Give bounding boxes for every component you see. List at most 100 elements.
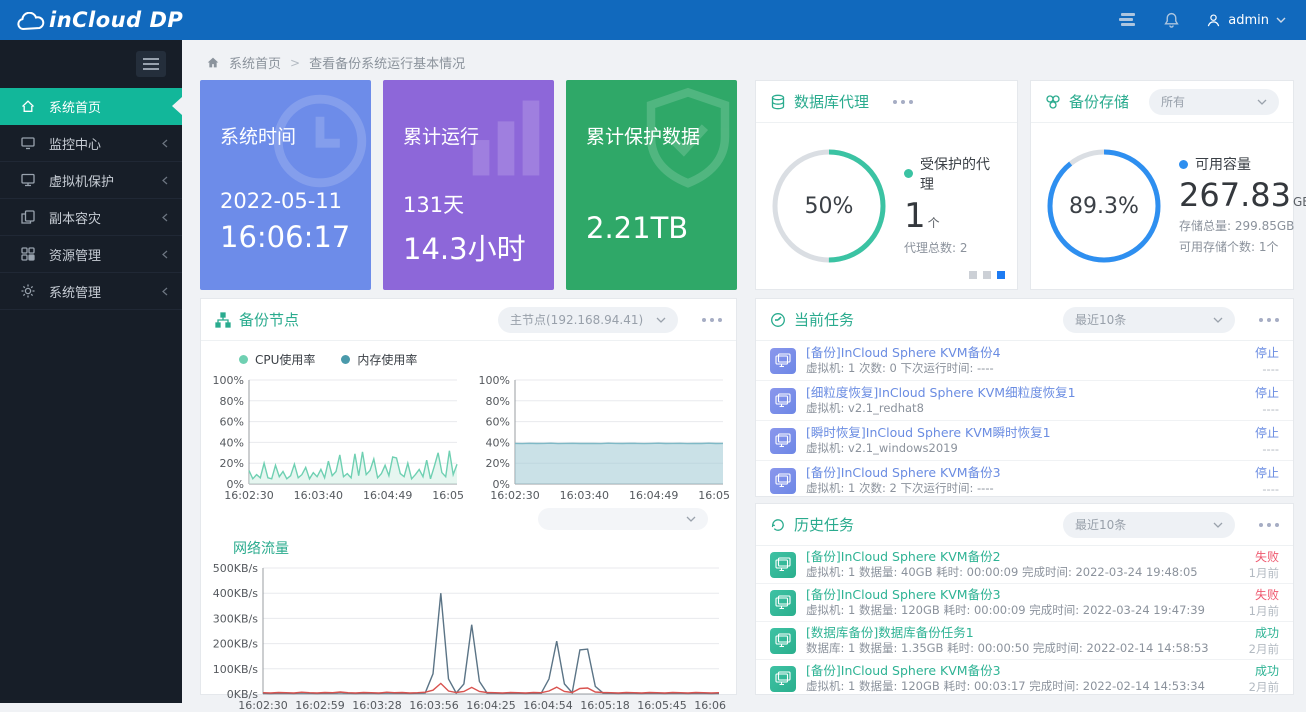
database-icon: [770, 94, 786, 110]
storage-filter-select[interactable]: 所有: [1149, 89, 1279, 115]
panel-history-tasks: 历史任务 最近10条 [备份]InCloud Sphere KVM备份2 虚拟机…: [755, 503, 1294, 695]
chevron-down-icon: [1257, 99, 1267, 105]
unit-label: 个: [928, 216, 940, 230]
card-protected-data: 累计保护数据 2.21TB: [566, 80, 737, 290]
logo-text: inCloud DP: [49, 8, 183, 32]
agent-total: 代理总数: 2: [904, 238, 1003, 259]
unit-label: GB: [1293, 195, 1306, 209]
bell-icon[interactable]: [1163, 11, 1180, 29]
sidebar-item-monitor-center[interactable]: 监控中心: [0, 125, 182, 162]
usage-legend: CPU使用率 内存使用率: [201, 341, 736, 368]
server-list-icon[interactable]: [1117, 12, 1137, 28]
status-badge: 失败: [1249, 549, 1279, 565]
stop-task-button[interactable]: 停止: [1255, 425, 1279, 441]
chevron-down-icon: [1213, 317, 1223, 323]
user-icon: [1206, 13, 1221, 28]
task-title[interactable]: [备份]InCloud Sphere KVM备份2: [806, 549, 1239, 565]
more-options-icon[interactable]: [1259, 318, 1279, 322]
card-uptime: 累计运行 131天 14.3小时: [383, 80, 554, 290]
sidebar-collapse-button[interactable]: [136, 51, 166, 77]
history-tasks-filter-select[interactable]: 最近10条: [1063, 512, 1235, 538]
task-row: [备份]InCloud Sphere KVM备份3 虚拟机: 1 数据量: 12…: [756, 660, 1293, 697]
task-detail: 虚拟机: 1 次数: 0 下次运行时间: ----: [806, 361, 1245, 376]
task-time: ----: [1255, 481, 1279, 497]
task-title[interactable]: [备份]InCloud Sphere KVM备份3: [806, 663, 1239, 679]
top-bar: inCloud DP admin: [0, 0, 1306, 40]
more-options-icon[interactable]: [1259, 523, 1279, 527]
breadcrumb-separator: >: [290, 56, 300, 70]
task-title[interactable]: [细粒度恢复]InCloud Sphere KVM细粒度恢复1: [806, 385, 1245, 401]
svg-text:16:03:28: 16:03:28: [352, 699, 401, 712]
legend-dot: [1179, 160, 1188, 169]
chevron-down-icon: [1276, 17, 1286, 23]
legend-dot: [341, 355, 350, 364]
task-row: [备份]InCloud Sphere KVM备份3 虚拟机: 1 次数: 2 下…: [756, 461, 1293, 500]
svg-text:400KB/s: 400KB/s: [213, 587, 258, 600]
gauge-icon: [770, 312, 786, 328]
sidebar-item-replica-dr[interactable]: 副本容灾: [0, 199, 182, 236]
task-title[interactable]: [备份]InCloud Sphere KVM备份4: [806, 345, 1245, 361]
svg-text:40%: 40%: [220, 436, 244, 449]
vm-protect-icon: [20, 172, 36, 188]
stop-task-button[interactable]: 停止: [1255, 345, 1279, 361]
task-detail: 虚拟机: v2.1_windows2019: [806, 441, 1245, 456]
node-select[interactable]: 主节点(192.168.94.41): [498, 307, 678, 333]
task-time: 2月前: [1249, 679, 1279, 695]
system-clock: 16:06:17: [220, 220, 371, 254]
status-badge: 成功: [1249, 625, 1279, 641]
more-options-icon[interactable]: [702, 318, 722, 322]
current-tasks-filter-select[interactable]: 最近10条: [1063, 307, 1235, 333]
legend-label: 内存使用率: [357, 351, 417, 368]
task-row: [瞬时恢复]InCloud Sphere KVM瞬时恢复1 虚拟机: v2.1_…: [756, 421, 1293, 461]
sidebar: 系统首页 监控中心 虚拟机保护 副本容灾 资源管理 系统管理: [0, 40, 182, 703]
protected-agent-count: 1: [904, 196, 926, 236]
legend-label: 可用容量: [1195, 154, 1251, 174]
vm-task-icon: [770, 428, 796, 454]
cloud-logo-icon: [16, 12, 46, 32]
card-title: 系统时间: [220, 122, 371, 149]
sidebar-item-resources[interactable]: 资源管理: [0, 236, 182, 273]
stop-task-button[interactable]: 停止: [1255, 465, 1279, 481]
task-row: [备份]InCloud Sphere KVM备份4 虚拟机: 1 次数: 0 下…: [756, 341, 1293, 381]
svg-text:16:02:30: 16:02:30: [238, 699, 287, 712]
svg-text:16:03:40: 16:03:40: [560, 489, 609, 502]
stop-task-button[interactable]: 停止: [1255, 385, 1279, 401]
sidebar-item-vm-protect[interactable]: 虚拟机保护: [0, 162, 182, 199]
vm-task-icon: [770, 348, 796, 374]
svg-text:16:03:40: 16:03:40: [294, 489, 343, 502]
panel-title: 数据库代理: [794, 91, 869, 112]
uptime-hours: 14.3小时: [403, 226, 554, 268]
svg-text:500KB/s: 500KB/s: [213, 562, 258, 575]
svg-text:16:06:09: 16:06:09: [694, 699, 727, 712]
svg-text:16:04:54: 16:04:54: [523, 699, 572, 712]
svg-text:80%: 80%: [486, 395, 510, 408]
sidebar-item-home[interactable]: 系统首页: [0, 88, 182, 125]
panel-title: 当前任务: [794, 309, 854, 330]
task-title[interactable]: [备份]InCloud Sphere KVM备份3: [806, 587, 1239, 603]
memory-usage-chart: 0%20%40%60%80%100%16:02:3016:03:4016:04:…: [473, 372, 731, 502]
svg-text:100KB/s: 100KB/s: [213, 663, 258, 676]
task-time: 1月前: [1249, 565, 1279, 581]
svg-text:20%: 20%: [486, 457, 510, 470]
task-title[interactable]: [备份]InCloud Sphere KVM备份3: [806, 465, 1245, 481]
network-interface-select[interactable]: [538, 508, 708, 530]
task-title[interactable]: [瞬时恢复]InCloud Sphere KVM瞬时恢复1: [806, 425, 1245, 441]
task-row: [细粒度恢复]InCloud Sphere KVM细粒度恢复1 虚拟机: v2.…: [756, 381, 1293, 421]
task-title[interactable]: [数据库备份]数据库备份任务1: [806, 625, 1239, 641]
breadcrumb-current: 查看备份系统运行基本情况: [309, 53, 465, 72]
more-options-icon[interactable]: [893, 100, 913, 104]
carousel-pager[interactable]: [969, 271, 1005, 279]
home-icon: [206, 56, 220, 69]
user-menu[interactable]: admin: [1206, 13, 1286, 28]
vm-task-icon: [770, 388, 796, 414]
svg-text:16:05:45: 16:05:45: [637, 699, 686, 712]
svg-text:16:03:56: 16:03:56: [409, 699, 458, 712]
chevron-left-icon: [162, 287, 168, 296]
status-badge: 失败: [1249, 587, 1279, 603]
panel-backup-node: 备份节点 主节点(192.168.94.41) CPU使用率 内存使用率 0%2…: [200, 298, 737, 695]
task-time: ----: [1255, 401, 1279, 417]
task-time: ----: [1255, 361, 1279, 377]
sitemap-icon: [215, 312, 231, 328]
breadcrumb-home[interactable]: 系统首页: [229, 53, 281, 72]
sidebar-item-system-settings[interactable]: 系统管理: [0, 273, 182, 310]
